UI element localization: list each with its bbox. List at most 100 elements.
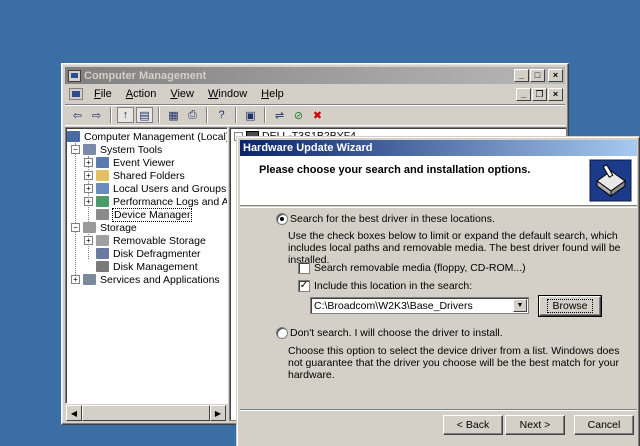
back-arrow-icon[interactable]: ⇦ [69, 107, 86, 123]
tree-label: Services and Applications [100, 273, 220, 286]
expand-icon[interactable]: + [84, 171, 93, 180]
location-combo[interactable]: C:\Broadcom\W2K3\Base_Drivers ▼ [310, 297, 529, 314]
minimize-button[interactable]: _ [514, 69, 529, 82]
back-button[interactable]: < Back [443, 415, 503, 435]
show-hide-tree-icon[interactable]: ▤ [136, 107, 153, 123]
dont-search-radio[interactable] [276, 327, 288, 339]
hardware-icon [589, 159, 632, 202]
scroll-thumb[interactable] [82, 405, 210, 421]
tree-item-computer-management[interactable]: Computer Management (Local) [67, 130, 227, 143]
menu-help[interactable]: Help [254, 88, 291, 100]
tree-label: Performance Logs and Alerts [113, 195, 228, 208]
menu-window[interactable]: Window [201, 88, 254, 100]
collapse-icon[interactable]: − [71, 223, 80, 232]
close-button[interactable]: × [548, 69, 563, 82]
uninstall-device-icon[interactable]: ✖ [309, 107, 326, 123]
removable-media-label[interactable]: Search removable media (floppy, CD-ROM..… [314, 262, 526, 274]
users-icon [96, 183, 109, 194]
expand-icon[interactable]: + [84, 197, 93, 206]
toolbar-separator [235, 107, 237, 123]
expand-icon[interactable]: + [84, 184, 93, 193]
removable-media-checkbox[interactable] [298, 262, 310, 274]
tree-label: Device Manager [112, 207, 193, 222]
system-tools-icon [83, 144, 96, 155]
menu-view-rest: iew [177, 88, 194, 100]
tree-label: Shared Folders [113, 169, 185, 182]
menu-window-accel: W [208, 88, 219, 100]
disk-management-icon [96, 261, 109, 272]
properties-icon[interactable]: ▦ [165, 107, 182, 123]
include-location-checkbox[interactable]: ✓ [298, 280, 310, 292]
menu-action-rest: ction [133, 88, 157, 100]
forward-arrow-icon[interactable]: ⇨ [88, 107, 105, 123]
tree-line [75, 143, 76, 277]
removable-storage-icon [96, 235, 109, 246]
location-value: C:\Broadcom\W2K3\Base_Drivers [314, 299, 473, 312]
update-driver-icon[interactable]: ⇌ [271, 107, 288, 123]
cancel-button[interactable]: Cancel [574, 415, 634, 435]
tree-item-system-tools[interactable]: − System Tools [71, 143, 163, 156]
wizard-title-bar[interactable]: Hardware Update Wizard [240, 140, 637, 156]
console-icon[interactable] [69, 88, 83, 100]
menu-action-accel: A [125, 88, 134, 100]
disable-device-icon[interactable]: ⊘ [290, 107, 307, 123]
tree-item-disk-defragmenter[interactable]: Disk Defragmenter [96, 247, 202, 260]
scroll-left-icon[interactable]: ◀ [66, 405, 82, 421]
hardware-update-wizard: Hardware Update Wizard Please choose you… [236, 136, 640, 446]
tree-horizontal-scrollbar[interactable]: ◀ ▶ [66, 405, 226, 421]
tree-item-disk-management[interactable]: Disk Management [96, 260, 199, 273]
computer-icon [67, 131, 80, 142]
menu-file[interactable]: File [87, 88, 119, 100]
tree-item-services-applications[interactable]: + Services and Applications [71, 273, 221, 286]
tree-label: Disk Management [113, 260, 198, 273]
maximize-button[interactable]: □ [530, 69, 545, 82]
up-folder-icon[interactable]: ↑ [117, 107, 134, 123]
menu-file-accel: F [94, 88, 101, 100]
storage-icon [83, 222, 96, 233]
wizard-header: Please choose your search and installati… [240, 156, 637, 206]
tree-item-local-users[interactable]: + Local Users and Groups [84, 182, 227, 195]
footer-divider [240, 409, 637, 411]
menu-file-rest: ile [100, 88, 112, 100]
menu-view[interactable]: View [163, 88, 201, 100]
mdi-close-button[interactable]: × [548, 87, 563, 101]
expand-icon[interactable]: + [84, 236, 93, 245]
print-icon[interactable]: ⎙ [184, 107, 201, 123]
tree-item-performance-logs[interactable]: + Performance Logs and Alerts [84, 195, 228, 208]
include-location-label[interactable]: Include this location in the search: [314, 280, 472, 292]
toolbar-separator [110, 107, 112, 123]
next-button[interactable]: Next > [505, 415, 565, 435]
collapse-icon[interactable]: − [71, 145, 80, 154]
dont-search-label[interactable]: Don't search. I will choose the driver t… [290, 327, 503, 339]
menu-action[interactable]: Action [119, 88, 164, 100]
help-icon[interactable]: ? [213, 107, 230, 123]
tree-item-event-viewer[interactable]: + Event Viewer [84, 156, 176, 169]
mdi-restore-button[interactable]: ❐ [532, 87, 547, 101]
tree-label: Storage [100, 221, 137, 234]
header-divider [240, 207, 637, 208]
cm-title-bar[interactable]: Computer Management _ □ × [65, 67, 565, 84]
next-label: Next > [519, 419, 551, 431]
mdi-minimize-button[interactable]: _ [516, 87, 531, 101]
tree-item-storage[interactable]: − Storage [71, 221, 138, 234]
menu-help-rest: elp [269, 88, 284, 100]
console-tree[interactable]: Computer Management (Local) − System Too… [65, 127, 228, 404]
shared-folders-icon [96, 170, 109, 181]
tree-item-removable-storage[interactable]: + Removable Storage [84, 234, 207, 247]
search-option-label[interactable]: Search for the best driver in these loca… [290, 213, 495, 225]
tree-item-device-manager[interactable]: Device Manager [96, 207, 193, 222]
expand-icon[interactable]: + [71, 275, 80, 284]
toolbar-separator [206, 107, 208, 123]
performance-icon [96, 196, 109, 207]
expand-icon[interactable]: + [84, 158, 93, 167]
scroll-right-icon[interactable]: ▶ [210, 405, 226, 421]
tree-item-shared-folders[interactable]: + Shared Folders [84, 169, 186, 182]
search-radio[interactable] [276, 213, 288, 225]
wizard-title: Hardware Update Wizard [243, 142, 373, 154]
back-label: < Back [456, 419, 490, 431]
scan-hardware-icon[interactable]: ▣ [242, 107, 259, 123]
browse-button[interactable]: Browse [538, 295, 602, 317]
chevron-down-icon[interactable]: ▼ [513, 299, 527, 312]
tree-label: Disk Defragmenter [113, 247, 201, 260]
search-description: Use the check boxes below to limit or ex… [288, 230, 621, 266]
